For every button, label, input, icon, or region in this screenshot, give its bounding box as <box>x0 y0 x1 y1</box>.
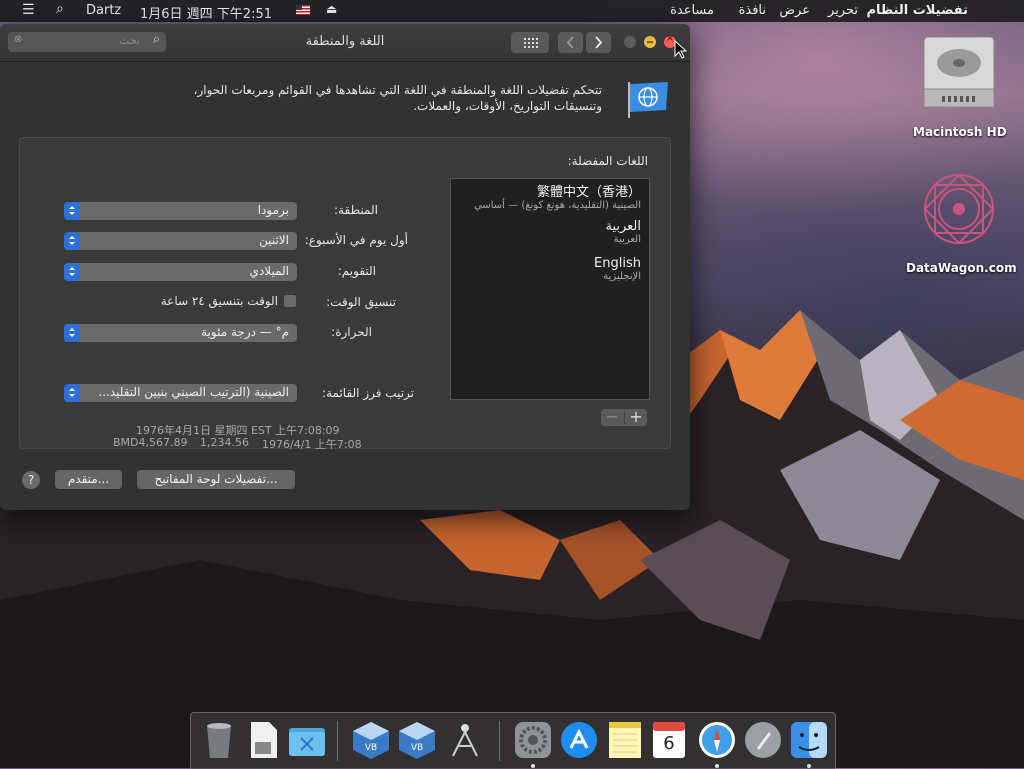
window-titlebar: بحث ⊗ ⌕ اللغة والمنطقة × <box>0 24 690 62</box>
24-hour-checkbox-label[interactable]: الوقت بتنسيق ٢٤ ساعة <box>161 294 278 308</box>
menu-window[interactable]: نافذة <box>739 3 766 18</box>
mouse-cursor-icon <box>674 40 688 59</box>
popup-arrows-icon <box>64 384 80 402</box>
network-utility-icon[interactable] <box>445 720 485 760</box>
safari-icon[interactable] <box>697 720 737 760</box>
first-day-popup[interactable]: الاثنين <box>64 232 297 250</box>
menu-help[interactable]: مساعدة <box>670 3 714 18</box>
popup-arrows-icon <box>64 202 80 220</box>
running-indicator <box>807 764 811 768</box>
menu-clock[interactable]: 1月6日 週四 下午2:51 <box>140 3 272 22</box>
trash-icon[interactable] <box>199 720 239 760</box>
description-text: تتحكم تفضيلات اللغة والمنطقة في اللغة ال… <box>193 83 602 113</box>
time-format-label: تنسيق الوقت: <box>326 295 396 309</box>
temperature-popup[interactable]: م° — درجة مئوية <box>64 324 297 342</box>
minimize-button[interactable] <box>644 36 656 48</box>
menu-system-preferences[interactable]: تفضيلات النظام <box>866 3 968 18</box>
calendar-label: التقويم: <box>337 264 376 278</box>
chevron-right-icon <box>595 36 603 49</box>
downloads-folder-icon[interactable] <box>287 720 327 760</box>
zoom-button[interactable] <box>624 36 636 48</box>
region-popup[interactable]: برمودا <box>64 202 297 220</box>
sort-order-popup[interactable]: الصينية (الترتيب الصيني بنيين التقليد... <box>64 384 297 402</box>
spotlight-icon[interactable]: ⌕ <box>56 1 64 17</box>
24-hour-checkbox[interactable] <box>284 295 296 307</box>
desktop-icon-label: DataWagon.com <box>906 261 1017 275</box>
list-item[interactable]: العربية العربية <box>605 219 641 245</box>
language-region-window: بحث ⊗ ⌕ اللغة والمنطقة × تتحكم تفضيلات ا… <box>0 24 690 510</box>
popup-arrows-icon <box>64 263 80 281</box>
menu-bar: ☰ ⌕ Dartz 1月6日 週四 下午2:51 ⏏ مساعدة نافذة … <box>0 0 1024 22</box>
list-item[interactable]: English الإنجليزية <box>594 256 641 282</box>
language-region-flag-icon <box>628 82 668 118</box>
preferred-languages-label: اللغات المفضلة: <box>567 154 648 168</box>
popup-arrows-icon <box>64 324 80 342</box>
number-sample: 1,234.56 <box>200 436 249 449</box>
running-indicator <box>715 764 719 768</box>
documents-icon[interactable] <box>243 720 283 760</box>
svg-text:VB: VB <box>365 743 377 753</box>
add-remove-control: − + <box>601 407 647 426</box>
virtualbox-icon[interactable]: VB <box>397 720 437 760</box>
dock-divider <box>499 721 500 761</box>
finder-icon[interactable] <box>789 720 829 760</box>
temperature-label: الحرارة: <box>331 325 372 339</box>
back-button[interactable] <box>558 32 583 53</box>
list-item[interactable]: 繁體中文（香港） الصينية (التقليدية، هونغ كونغ) … <box>474 181 641 211</box>
chevron-left-icon <box>566 36 574 49</box>
dock-divider <box>337 721 338 761</box>
hard-drive-icon <box>923 36 995 108</box>
system-preferences-icon[interactable] <box>513 720 553 760</box>
keyboard-preferences-button[interactable]: تفضيلات لوحة المفاتيح... <box>137 470 295 489</box>
notes-icon[interactable] <box>605 720 645 760</box>
grid-icon <box>524 38 538 48</box>
sort-order-label: ترتيب فرز القائمة: <box>322 386 414 400</box>
eject-icon[interactable]: ⏏ <box>326 2 337 16</box>
settings-panel: اللغات المفضلة: 繁體中文（香港） الصينية (التقلي… <box>19 137 671 451</box>
desktop-icon-label: Macintosh HD <box>913 125 1007 139</box>
running-indicator <box>531 764 535 768</box>
control-strip-icon[interactable]: ☰ <box>22 2 35 18</box>
datawagon-logo-icon <box>923 173 995 245</box>
first-day-label: أول يوم في الأسبوع: <box>304 233 408 247</box>
popup-arrows-icon <box>64 232 80 250</box>
dock: VB VB 6 <box>190 712 836 769</box>
calendar-icon[interactable]: 6 <box>649 720 689 760</box>
calendar-day: 6 <box>663 733 675 754</box>
menu-edit[interactable]: تحرير <box>828 3 858 18</box>
remove-language-button[interactable]: − <box>601 407 623 426</box>
short-date-sample: 1976/4/1 上午7:08 <box>262 438 362 451</box>
svg-text:VB: VB <box>411 743 423 753</box>
launchpad-icon[interactable] <box>743 720 783 760</box>
preferred-languages-list[interactable]: 繁體中文（香港） الصينية (التقليدية، هونغ كونغ) … <box>450 178 650 400</box>
calendar-popup[interactable]: الميلادي <box>64 263 297 281</box>
forward-button[interactable] <box>586 32 611 53</box>
virtualbox-icon[interactable]: VB <box>351 720 391 760</box>
advanced-button[interactable]: متقدم... <box>55 470 122 489</box>
us-flag-icon[interactable] <box>296 5 310 15</box>
help-button[interactable]: ? <box>22 471 40 489</box>
menu-view[interactable]: عرض <box>779 3 810 18</box>
currency-sample: BMD4,567.89 <box>113 436 188 449</box>
app-store-icon[interactable] <box>559 720 599 760</box>
menu-app-dartz[interactable]: Dartz <box>86 3 121 18</box>
show-all-button[interactable] <box>511 32 549 53</box>
region-label: المنطقة: <box>334 203 378 217</box>
add-language-button[interactable]: + <box>625 407 647 426</box>
